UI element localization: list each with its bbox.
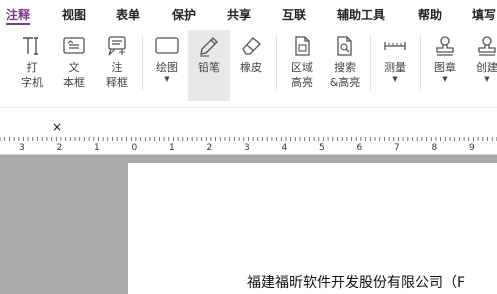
textbox-icon	[63, 37, 85, 54]
callout-button[interactable]: 注 释框	[100, 30, 134, 101]
callout-label: 注 释框	[106, 61, 128, 89]
eraser-label: 橡皮	[240, 61, 262, 74]
create-button[interactable]: 创建 ▼	[470, 30, 497, 101]
eraser-icon	[242, 37, 261, 55]
ruler-label: 0	[132, 143, 138, 153]
tab-comment[interactable]: 注释	[6, 0, 31, 28]
drawing-label: 绘图	[156, 61, 178, 74]
area-highlight-label: 区域 高亮	[291, 61, 313, 89]
stamp-label: 图章	[434, 61, 456, 74]
pencil-label: 铅笔	[198, 61, 220, 74]
tab-fill[interactable]: 填写	[472, 0, 496, 28]
tab-accessibility[interactable]: 辅助工具	[337, 0, 385, 28]
close-icon[interactable]: ×	[52, 120, 62, 134]
tab-connect[interactable]: 互联	[282, 0, 306, 28]
ribbon-separator	[370, 36, 371, 90]
search-document-icon	[337, 36, 352, 56]
textbox-label: 文 本框	[63, 61, 85, 89]
ruler-icon	[384, 42, 406, 50]
measure-label: 测量	[384, 61, 406, 74]
horizontal-ruler: 3 2 1 0 1 2 3 4 5 6 7 8 9	[0, 137, 497, 155]
ruler-label: 4	[282, 143, 288, 153]
ruler-label: 5	[319, 143, 325, 153]
pencil-icon	[200, 37, 218, 57]
tab-help[interactable]: 帮助	[418, 0, 442, 28]
drawing-button[interactable]: 绘图 ▼	[150, 30, 184, 101]
callout-icon	[108, 36, 126, 56]
rectangle-icon	[155, 37, 179, 54]
tab-share[interactable]: 共享	[227, 0, 251, 28]
tab-view[interactable]: 视图	[62, 0, 86, 28]
measure-button[interactable]: 测量 ▼	[378, 30, 412, 101]
tab-protect[interactable]: 保护	[172, 0, 196, 28]
ribbon-separator	[420, 36, 421, 90]
menu-bar: 注释 视图 表单 保护 共享 互联 辅助工具 帮助 填写	[0, 0, 497, 29]
ruler-label: 3	[19, 143, 25, 153]
document-tab-strip: ×	[0, 107, 497, 138]
page-body-text: 福建福昕软件开发股份有限公司（F	[247, 275, 466, 291]
ribbon-separator	[142, 36, 143, 90]
typewriter-icon	[23, 37, 38, 55]
tab-form[interactable]: 表单	[116, 0, 140, 28]
typewriter-button[interactable]: 打 字机	[14, 30, 50, 101]
textbox-button[interactable]: 文 本框	[58, 30, 90, 101]
ruler-label: 1	[169, 143, 175, 153]
stamp-button[interactable]: 图章 ▼	[428, 30, 462, 101]
create-label: 创建	[476, 61, 497, 74]
chevron-down-icon: ▼	[442, 75, 448, 83]
create-stamp-icon	[478, 36, 496, 56]
ribbon-separator	[276, 36, 277, 90]
ribbon-toolbar: 打 字机 文 本框 注 释框 绘图 ▼ 铅笔 橡皮 区域 高亮 搜索 &高亮 测…	[0, 28, 497, 107]
ruler-label: 2	[207, 143, 213, 153]
ruler-label: 2	[57, 143, 63, 153]
ruler-label: 8	[432, 143, 438, 153]
typewriter-label: 打 字机	[21, 61, 43, 89]
chevron-down-icon: ▼	[484, 75, 490, 83]
chevron-down-icon: ▼	[392, 75, 398, 83]
ruler-label: 9	[469, 143, 475, 153]
eraser-button[interactable]: 橡皮	[234, 30, 268, 101]
stamp-icon	[436, 36, 454, 56]
search-highlight-label: 搜索 &高亮	[329, 61, 361, 89]
ruler-scale: 3 2 1 0 1 2 3 4 5 6 7 8 9	[0, 137, 497, 153]
chevron-down-icon: ▼	[164, 75, 170, 83]
ruler-label: 1	[94, 143, 100, 153]
pencil-button[interactable]: 铅笔	[188, 30, 230, 101]
app-window: 注释 视图 表单 保护 共享 互联 辅助工具 帮助 填写 打 字机 文 本框 注…	[0, 0, 497, 294]
ruler-label: 3	[244, 143, 250, 153]
ruler-label: 7	[394, 143, 400, 153]
area-highlight-icon	[295, 36, 310, 56]
area-highlight-button[interactable]: 区域 高亮	[284, 30, 320, 101]
search-highlight-button[interactable]: 搜索 &高亮	[326, 30, 364, 101]
ruler-label: 6	[357, 143, 363, 153]
